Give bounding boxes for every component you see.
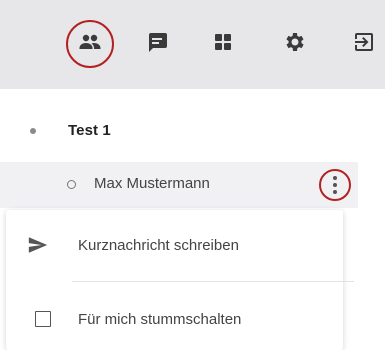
menu-divider [72,281,354,282]
send-icon [27,234,49,256]
menu-item-send-message[interactable]: Kurznachricht schreiben [6,216,343,274]
apps-button[interactable] [199,22,247,66]
chat-button[interactable] [133,22,181,66]
member-context-menu: Kurznachricht schreiben Für mich stummsc… [6,210,354,350]
logout-button[interactable] [340,22,385,66]
group-title: Test 1 [68,122,111,139]
more-options-button[interactable] [319,169,351,201]
checkbox-icon[interactable] [35,311,51,327]
settings-button[interactable] [271,22,319,66]
gear-icon [283,30,307,59]
people-button[interactable] [66,20,114,68]
group-section-header[interactable]: Test 1 [0,114,385,148]
menu-item-label: Kurznachricht schreiben [78,236,239,254]
menu-item-mute[interactable]: Für mich stummschalten [6,290,343,348]
more-vertical-icon [333,176,337,180]
apps-grid-icon [211,30,235,59]
status-circle-icon [67,180,76,189]
menu-item-label: Für mich stummschalten [78,310,242,328]
people-icon [78,30,102,59]
top-toolbar [0,0,385,89]
chat-icon [145,30,169,59]
member-row[interactable]: Max Mustermann [0,162,358,208]
bullet-icon [30,128,36,134]
logout-icon [352,30,376,59]
member-name: Max Mustermann [94,175,210,192]
